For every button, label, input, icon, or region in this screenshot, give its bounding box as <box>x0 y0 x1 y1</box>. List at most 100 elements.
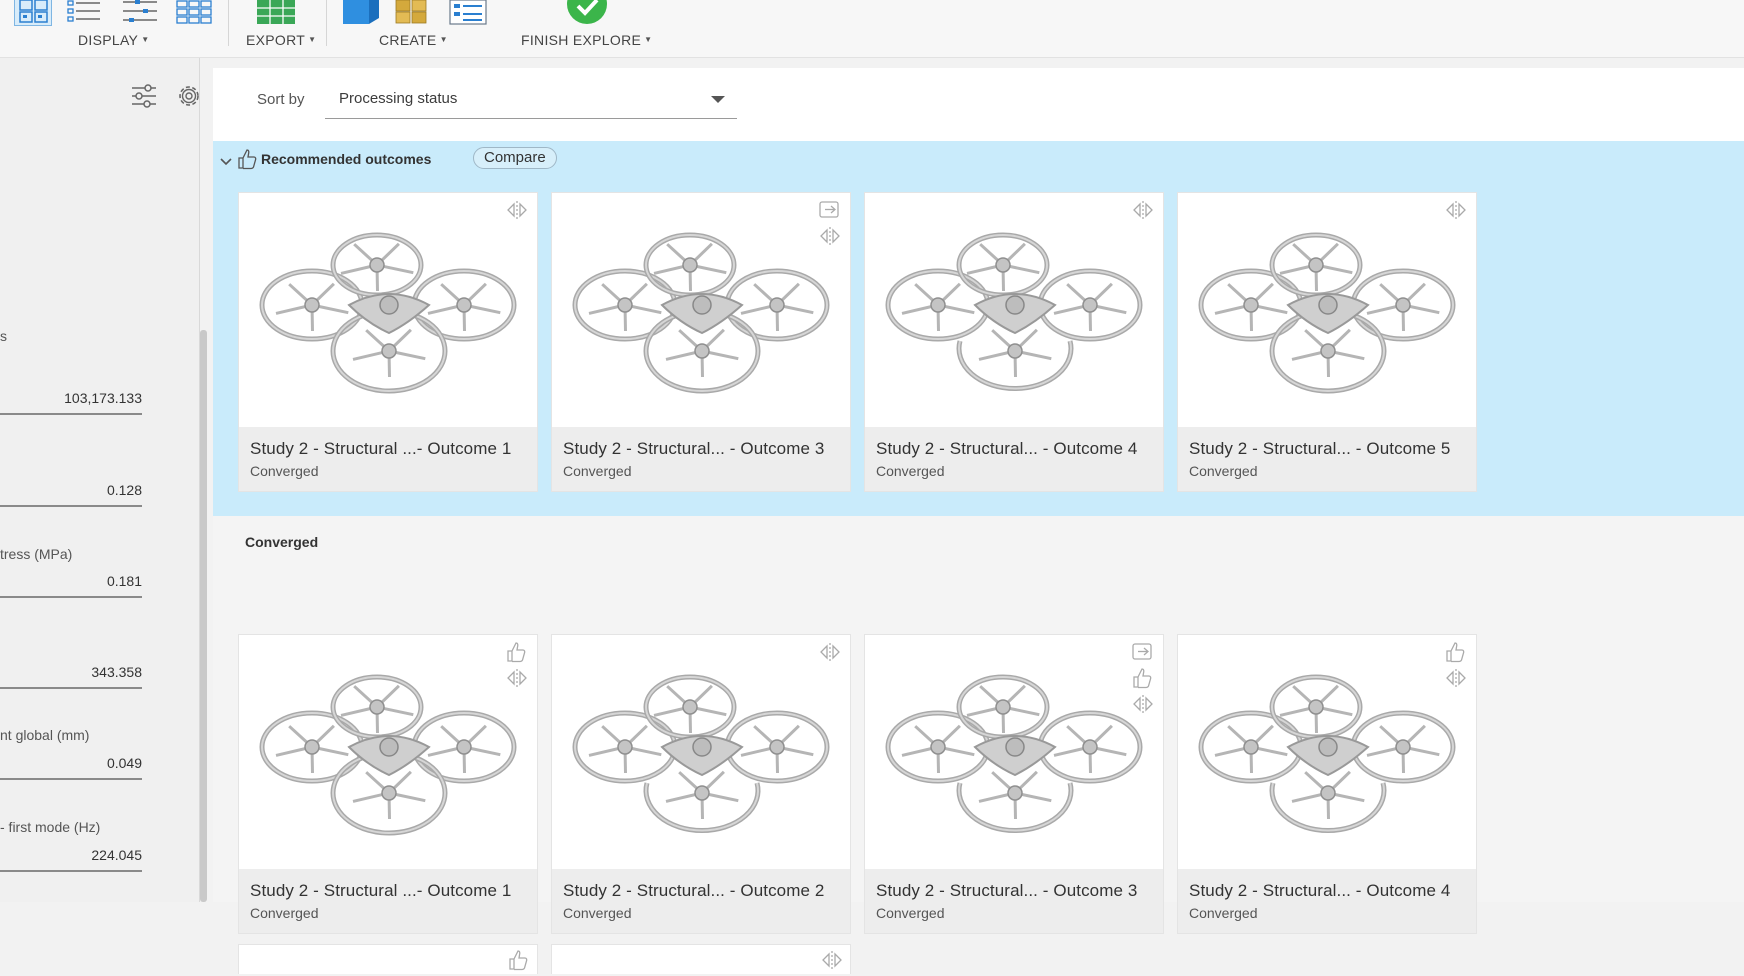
card-actions <box>818 199 844 251</box>
metric-divider <box>0 413 142 415</box>
collapse-chevron-icon[interactable] <box>219 155 233 167</box>
card-actions <box>1444 199 1470 225</box>
outcome-title: Study 2 - Structural... - Outcome 3 <box>876 881 1138 900</box>
card-footer: Study 2 - Structural... - Outcome 3 Conve… <box>552 427 850 491</box>
create-menu[interactable]: CREATE ▼ <box>379 32 448 48</box>
filter-settings-icon[interactable] <box>130 82 158 110</box>
thumbs-up-icon[interactable] <box>1131 667 1155 691</box>
metric-value: 0.128 <box>106 482 142 498</box>
thumbs-up-icon[interactable] <box>1444 641 1468 665</box>
metric-divider <box>0 687 142 689</box>
outcome-thumbnail <box>552 635 850 869</box>
outcomes-area: Sort by Processing status Recommended ou… <box>213 68 1744 974</box>
outcome-title: Study 2 - Structural... - Outcome 2 <box>563 881 825 900</box>
caret-down-icon: ▼ <box>644 35 653 44</box>
metric-label: tress (MPa) <box>0 546 73 562</box>
metric-value: 224.045 <box>91 847 142 863</box>
check-icon[interactable] <box>567 0 607 26</box>
assembly-icon[interactable] <box>394 0 434 26</box>
mirror-icon[interactable] <box>1131 693 1155 717</box>
metric-divider <box>0 596 142 598</box>
gear-icon[interactable] <box>175 82 203 110</box>
metric-divider <box>0 505 142 507</box>
export-menu[interactable]: EXPORT ▼ <box>246 32 316 48</box>
thumbs-up-icon[interactable] <box>505 641 529 665</box>
sort-label: Sort by <box>257 91 305 108</box>
card-actions <box>1131 641 1157 719</box>
outcome-card[interactable] <box>238 944 538 974</box>
thumbs-up-icon <box>237 148 257 170</box>
converged-title: Converged <box>245 534 319 550</box>
outcome-card[interactable]: Study 2 - Structural... - Outcome 4 Conve… <box>864 192 1164 492</box>
metric-value: 103,173.133 <box>64 390 142 406</box>
caret-down-icon: ▼ <box>308 35 317 44</box>
panel-scrollbar[interactable] <box>200 330 207 902</box>
report-icon[interactable] <box>449 0 489 26</box>
sort-bar: Sort by Processing status <box>213 68 1744 140</box>
outcome-card[interactable] <box>551 944 851 974</box>
outcome-thumbnail <box>865 193 1163 427</box>
display-menu[interactable]: DISPLAY ▼ <box>78 32 149 48</box>
outcome-card[interactable]: Study 2 - Structural ...- Outcome 1 Conve… <box>238 634 538 934</box>
outcome-status: Converged <box>876 463 945 479</box>
outcome-card[interactable]: Study 2 - Structural... - Outcome 3 Conve… <box>551 192 851 492</box>
outcome-card[interactable]: Study 2 - Structural ...- Outcome 1 Conve… <box>238 192 538 492</box>
outcome-card[interactable]: Study 2 - Structural... - Outcome 4 Conve… <box>1177 634 1477 934</box>
outcome-status: Converged <box>876 905 945 921</box>
design-cube-icon[interactable] <box>341 0 381 26</box>
mirror-icon[interactable] <box>818 225 842 249</box>
mirror-icon[interactable] <box>505 667 529 691</box>
export-group: EXPORT ▼ <box>229 0 325 58</box>
outcome-title: Study 2 - Structural... - Outcome 4 <box>876 439 1138 458</box>
outcome-thumbnail <box>1178 193 1476 427</box>
mirror-icon[interactable] <box>820 949 844 971</box>
converged-section: Converged Study 2 - Structural ...- Outc… <box>213 516 1744 974</box>
outcome-status: Converged <box>563 463 632 479</box>
list-view-icon[interactable] <box>66 0 104 26</box>
toolbar: DISPLAY ▼ EXPORT ▼ CREATE ▼ FINISH EXPLO… <box>0 0 1744 58</box>
mirror-icon[interactable] <box>1131 199 1155 223</box>
display-group: DISPLAY ▼ <box>0 0 225 58</box>
finish-explore-label: FINISH EXPLORE <box>521 32 642 48</box>
thumbs-up-icon[interactable] <box>507 949 529 971</box>
finish-explore-group: FINISH EXPLORE ▼ <box>510 0 670 58</box>
outcome-title: Study 2 - Structural... - Outcome 4 <box>1189 881 1451 900</box>
outcome-card[interactable]: Study 2 - Structural... - Outcome 2 Conve… <box>551 634 851 934</box>
spreadsheet-icon[interactable] <box>257 0 297 26</box>
sort-dropdown[interactable]: Processing status <box>325 79 737 119</box>
metric-divider <box>0 778 142 780</box>
tile-view-icon[interactable] <box>176 0 214 26</box>
chevron-down-icon <box>711 96 725 103</box>
recommended-section: Recommended outcomes Compare Study 2 - S… <box>213 141 1744 516</box>
card-actions <box>818 641 844 667</box>
finish-explore-menu[interactable]: FINISH EXPLORE ▼ <box>521 32 652 48</box>
outcome-title: Study 2 - Structural ...- Outcome 1 <box>250 439 512 458</box>
card-actions <box>505 199 531 225</box>
metric-label: - first mode (Hz) <box>0 819 101 835</box>
metric-value: 343.358 <box>91 664 142 680</box>
outcome-title: Study 2 - Structural ...- Outcome 1 <box>250 881 512 900</box>
outcome-thumbnail <box>552 193 850 427</box>
export-label: EXPORT <box>246 32 306 48</box>
outcome-status: Converged <box>1189 905 1258 921</box>
outcome-thumbnail <box>1178 635 1476 869</box>
outcome-card[interactable]: Study 2 - Structural... - Outcome 3 Conve… <box>864 634 1164 934</box>
mirror-icon[interactable] <box>818 641 842 665</box>
create-label: CREATE <box>379 32 437 48</box>
compare-button[interactable]: Compare <box>473 147 557 169</box>
outcome-title: Study 2 - Structural... - Outcome 3 <box>563 439 825 458</box>
metric-divider <box>0 870 142 872</box>
metric-value: 0.049 <box>106 755 142 771</box>
table-view-icon[interactable] <box>121 0 159 26</box>
outcome-card[interactable]: Study 2 - Structural... - Outcome 5 Conve… <box>1177 192 1477 492</box>
mirror-icon[interactable] <box>1444 199 1468 223</box>
card-footer: Study 2 - Structural ...- Outcome 1 Conve… <box>239 427 537 491</box>
export-arrow-icon[interactable] <box>818 199 842 223</box>
card-footer: Study 2 - Structural ...- Outcome 1 Conve… <box>239 869 537 933</box>
export-arrow-icon[interactable] <box>1131 641 1155 665</box>
card-footer: Study 2 - Structural... - Outcome 4 Conve… <box>865 427 1163 491</box>
mirror-icon[interactable] <box>1444 667 1468 691</box>
mirror-icon[interactable] <box>505 199 529 223</box>
card-footer: Study 2 - Structural... - Outcome 5 Conve… <box>1178 427 1476 491</box>
grid-view-icon[interactable] <box>14 0 52 26</box>
